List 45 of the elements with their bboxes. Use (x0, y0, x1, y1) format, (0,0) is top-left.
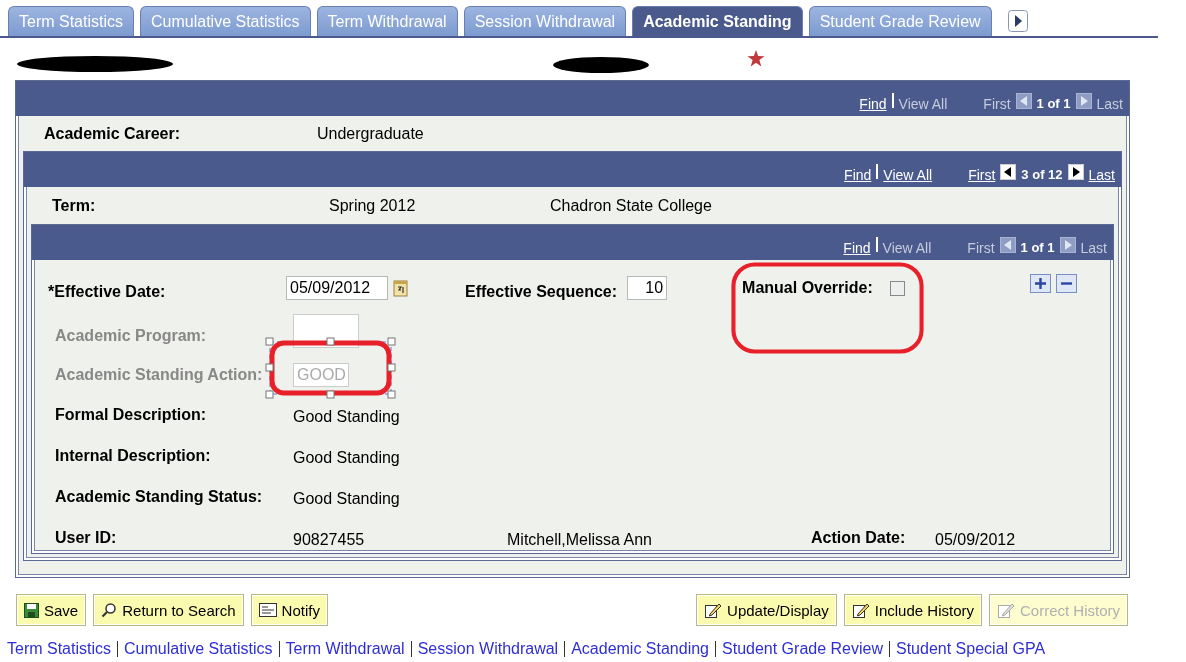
field-value: Chadron State College (550, 196, 712, 215)
row-count: 3 of 12 (1021, 167, 1063, 182)
toolbar-button[interactable]: Save (16, 594, 87, 626)
field-value: 05/09/2012 (935, 530, 1016, 549)
field-label: User ID: (54, 528, 118, 547)
page-link[interactable]: Cumulative Statistics (124, 640, 273, 658)
field-label: Manual Override: (742, 279, 873, 297)
row-count: 1 of 1 (1020, 240, 1055, 255)
field-value: Undergraduate (317, 124, 424, 143)
field-label: Term: (52, 196, 97, 215)
field-label: Academic Program: (54, 327, 208, 345)
nav-link[interactable]: Find (859, 96, 887, 112)
field-label: Academic Standing Status: (54, 487, 264, 506)
field-label: Action Date: (811, 528, 907, 547)
field-value: Good Standing (293, 407, 400, 426)
toolbar-button[interactable]: Return to Search (93, 594, 244, 626)
nav-link[interactable]: Find (844, 167, 872, 183)
nav-link[interactable]: First (968, 167, 996, 183)
field-label: Academic Career: (44, 124, 182, 143)
field-value: Good Standing (293, 489, 400, 508)
sequence-field[interactable]: 10 (627, 276, 668, 300)
page-link[interactable]: Student Special GPA (896, 640, 1046, 658)
field-value: Good Standing (293, 448, 400, 467)
page-link[interactable]: Student Grade Review (722, 640, 883, 658)
page-link[interactable]: Term Statistics (7, 640, 111, 658)
date-field[interactable]: 05/09/2012 (286, 276, 388, 300)
nav-link[interactable]: Find (843, 240, 871, 256)
toolbar-button[interactable]: Notify (250, 594, 328, 626)
page-link[interactable]: Term Withdrawal (285, 640, 405, 658)
row-count: 1 of 1 (1036, 96, 1071, 111)
page-link[interactable]: Academic Standing (571, 640, 709, 658)
page-link[interactable]: Session Withdrawal (417, 640, 559, 658)
field-label: *Effective Date: (48, 283, 167, 301)
field-value: 90827455 (293, 530, 366, 549)
field-value: Spring 2012 (329, 196, 417, 215)
tab[interactable]: Academic Standing (632, 6, 803, 36)
field-label: Academic Standing Action: (54, 366, 264, 384)
field-label: Internal Description: (54, 446, 212, 465)
toolbar-button[interactable]: Update/Display (696, 594, 837, 626)
field-label: Formal Description: (54, 405, 208, 424)
nav-link[interactable]: Last (1088, 167, 1115, 183)
nav-link[interactable]: View All (883, 167, 933, 183)
toolbar-button[interactable]: Include History (843, 594, 982, 626)
field-value: Mitchell,Melissa Ann (507, 530, 653, 549)
field-label: Effective Sequence: (465, 283, 618, 301)
